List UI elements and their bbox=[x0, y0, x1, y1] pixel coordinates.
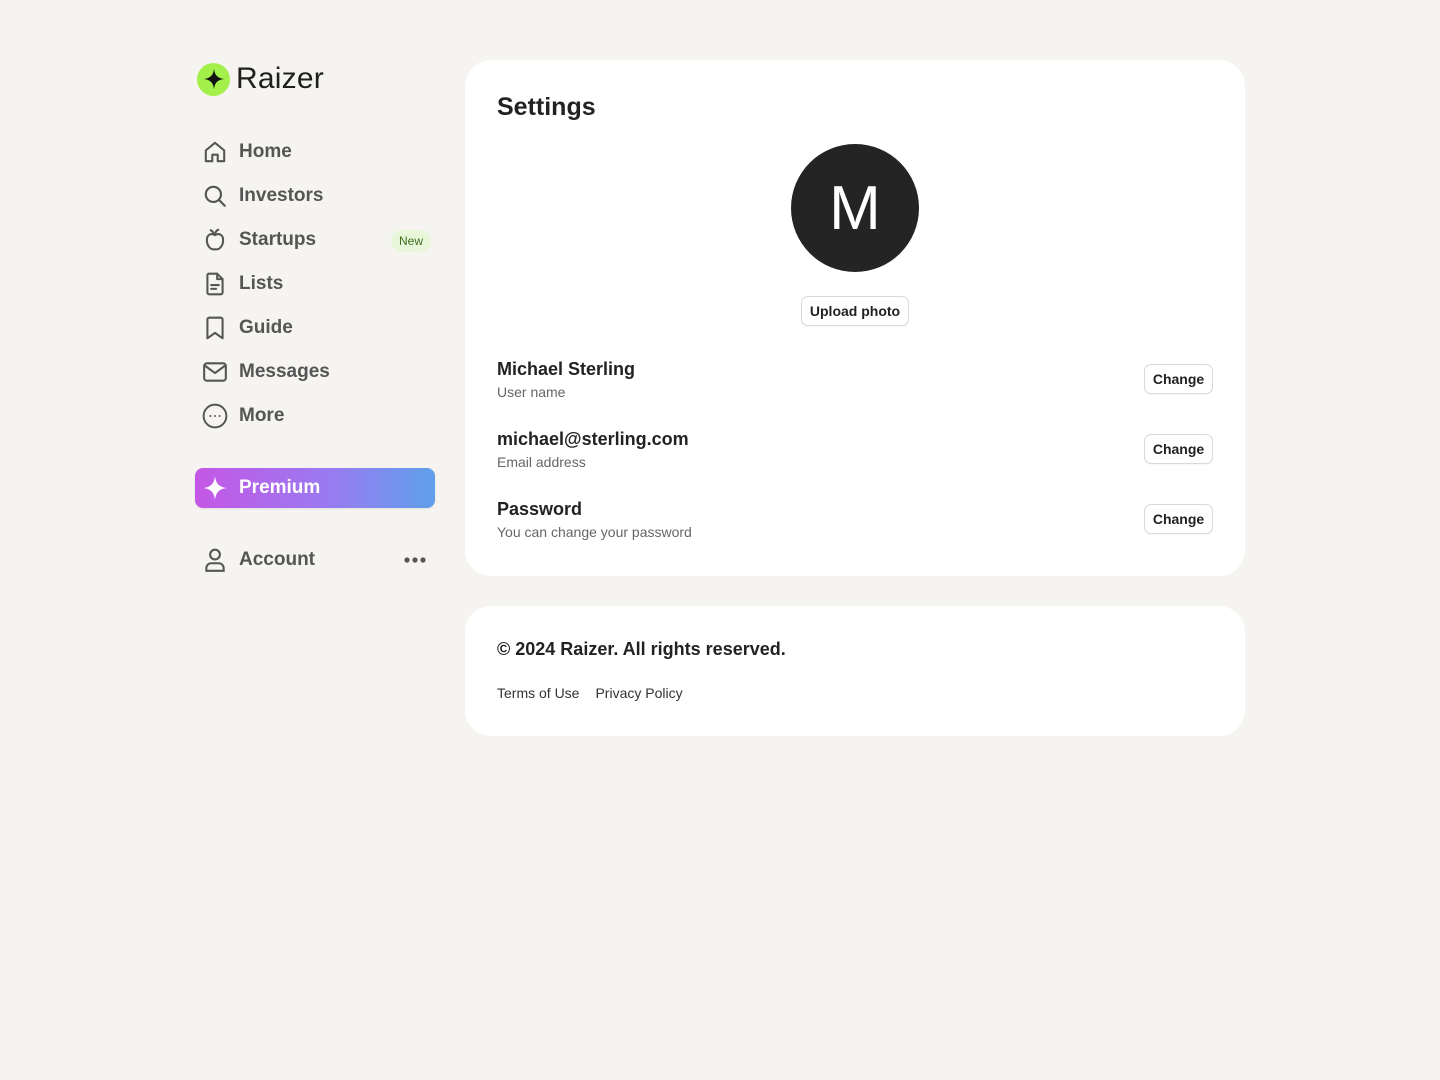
sidebar-item-more[interactable]: More bbox=[195, 394, 435, 438]
change-password-button[interactable]: Change bbox=[1144, 504, 1213, 534]
username-row: Michael Sterling User name Change bbox=[497, 358, 1213, 408]
sidebar-item-messages[interactable]: Messages bbox=[195, 350, 435, 394]
logo[interactable]: Raizer bbox=[197, 60, 435, 98]
settings-card: Settings M Upload photo Michael Sterling… bbox=[465, 60, 1245, 576]
upload-photo-button[interactable]: Upload photo bbox=[801, 296, 909, 326]
password-value: Password bbox=[497, 499, 583, 519]
change-email-button[interactable]: Change bbox=[1144, 434, 1213, 464]
mail-icon bbox=[202, 359, 228, 385]
change-username-button[interactable]: Change bbox=[1144, 364, 1213, 394]
page-title: Settings bbox=[497, 93, 596, 121]
email-row: michael@sterling.com Email address Chang… bbox=[497, 428, 1213, 478]
star-logo-icon bbox=[197, 62, 230, 96]
sidebar-item-label: Home bbox=[239, 141, 292, 162]
new-badge: New bbox=[390, 230, 431, 252]
sidebar-item-home[interactable]: Home bbox=[195, 130, 435, 174]
footer-card: © 2024 Raizer. All rights reserved. Term… bbox=[465, 606, 1245, 736]
bookmark-icon bbox=[202, 315, 228, 341]
username-label: User name bbox=[497, 384, 566, 400]
premium-button[interactable]: Premium bbox=[195, 468, 435, 508]
sidebar-item-label: More bbox=[239, 405, 285, 426]
sidebar-item-lists[interactable]: Lists bbox=[195, 262, 435, 306]
email-value: michael@sterling.com bbox=[497, 429, 689, 449]
nav-menu: Home Investors Startups New Lists Guide … bbox=[195, 130, 435, 438]
apple-icon bbox=[202, 227, 228, 253]
username-value: Michael Sterling bbox=[497, 359, 636, 379]
more-circle-icon bbox=[202, 403, 228, 429]
sidebar-item-guide[interactable]: Guide bbox=[195, 306, 435, 350]
sidebar-item-investors[interactable]: Investors bbox=[195, 174, 435, 218]
premium-label: Premium bbox=[239, 477, 321, 498]
document-icon bbox=[202, 271, 228, 297]
terms-of-use-link[interactable]: Terms of Use bbox=[497, 685, 579, 701]
password-row: Password You can change your password Ch… bbox=[497, 498, 1213, 548]
more-options-icon[interactable] bbox=[403, 550, 427, 570]
user-icon bbox=[202, 547, 228, 573]
logo-text: Raizer bbox=[236, 62, 324, 95]
sidebar-item-startups[interactable]: Startups New bbox=[195, 218, 435, 262]
account-label: Account bbox=[239, 549, 315, 570]
avatar: M bbox=[791, 144, 919, 272]
search-icon bbox=[202, 183, 228, 209]
sidebar-item-label: Lists bbox=[239, 273, 284, 294]
password-label: You can change your password bbox=[497, 524, 692, 540]
sidebar-item-label: Investors bbox=[239, 185, 324, 206]
sparkle-icon bbox=[202, 475, 228, 501]
account-menu[interactable]: Account bbox=[195, 538, 435, 582]
sidebar-item-label: Messages bbox=[239, 361, 330, 382]
privacy-policy-link[interactable]: Privacy Policy bbox=[595, 685, 682, 701]
email-label: Email address bbox=[497, 454, 586, 470]
home-icon bbox=[202, 139, 228, 165]
sidebar-item-label: Guide bbox=[239, 317, 293, 338]
footer-links: Terms of Use Privacy Policy bbox=[497, 685, 683, 701]
sidebar: Raizer Home Investors Startups New Lists… bbox=[195, 60, 435, 582]
copyright-text: © 2024 Raizer. All rights reserved. bbox=[497, 639, 786, 659]
sidebar-item-label: Startups bbox=[239, 229, 317, 250]
